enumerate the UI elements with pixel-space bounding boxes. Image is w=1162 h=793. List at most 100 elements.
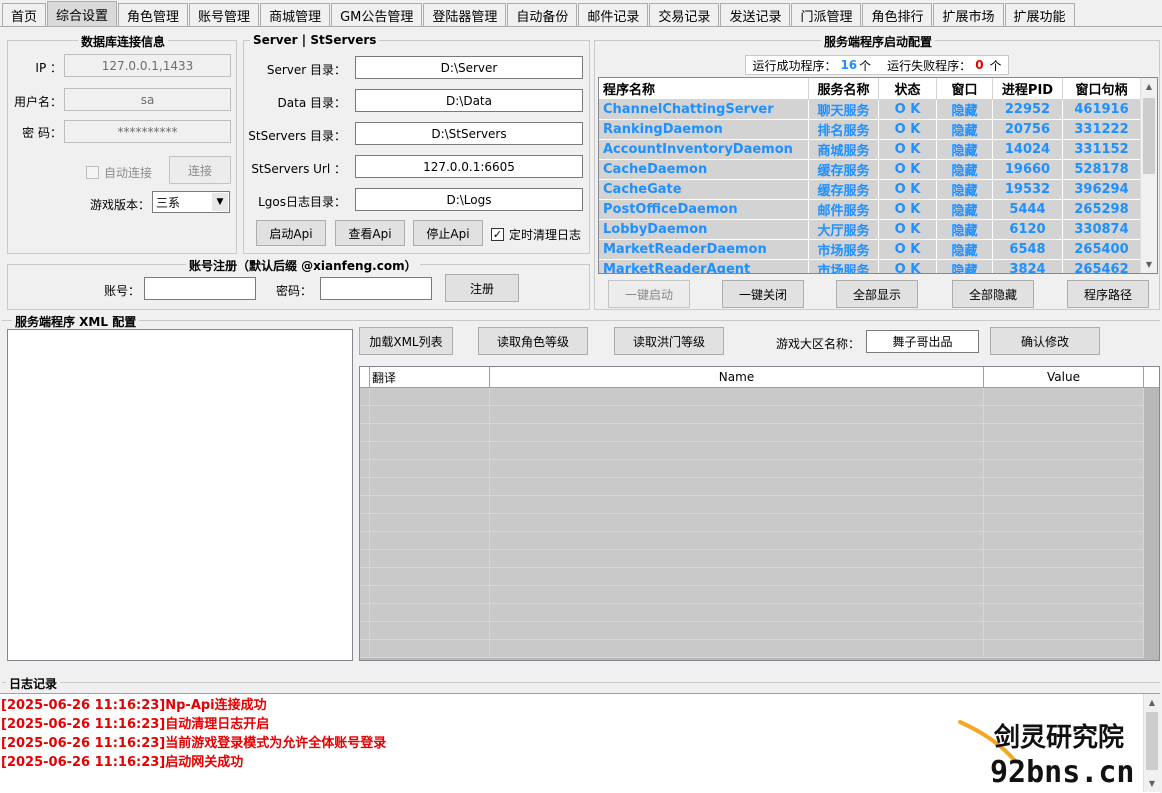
start-all-button[interactable]: 一键启动: [608, 280, 690, 308]
tab-item[interactable]: 角色管理: [118, 3, 189, 26]
tab-item[interactable]: GM公告管理: [331, 3, 423, 26]
data-dir-input[interactable]: D:\Data: [355, 89, 583, 112]
grid-row[interactable]: [360, 460, 1159, 478]
auto-connect-checkbox[interactable]: 自动连接: [86, 164, 152, 181]
table-cell: 隐藏: [937, 140, 993, 160]
load-xml-button[interactable]: 加载XML列表: [359, 327, 453, 355]
tab-item[interactable]: 角色排行: [862, 3, 933, 26]
table-cell: 19532: [993, 180, 1063, 200]
tab-item[interactable]: 门派管理: [791, 3, 862, 26]
tab-item[interactable]: 商城管理: [260, 3, 331, 26]
close-all-button[interactable]: 一键关闭: [722, 280, 804, 308]
tab-item[interactable]: 交易记录: [649, 3, 720, 26]
grid-cell: [984, 604, 1144, 622]
table-row[interactable]: CacheDaemon 缓存服务 O K 隐藏 19660 528178: [599, 160, 1157, 180]
process-header-cell[interactable]: 程序名称: [599, 78, 809, 99]
grid-row[interactable]: [360, 388, 1159, 406]
process-header-cell[interactable]: 服务名称: [809, 78, 879, 99]
table-row[interactable]: ChannelChattingServer 聊天服务 O K 隐藏 22952 46191…: [599, 100, 1157, 120]
process-table-scrollbar[interactable]: ▲ ▼: [1140, 78, 1157, 273]
version-select[interactable]: 三系 ▼: [152, 191, 230, 213]
process-header-cell[interactable]: 窗口句柄: [1063, 78, 1141, 99]
grid-row[interactable]: [360, 424, 1159, 442]
tab-item[interactable]: 扩展功能: [1004, 3, 1075, 26]
table-cell: O K: [879, 160, 937, 180]
table-row[interactable]: MarketReaderDaemon 市场服务 O K 隐藏 6548 265400: [599, 240, 1157, 260]
clear-log-checkbox[interactable]: ✓ 定时清理日志: [491, 226, 581, 243]
read-hongmen-level-button[interactable]: 读取洪门等级: [614, 327, 724, 355]
table-cell: O K: [879, 120, 937, 140]
read-role-level-button[interactable]: 读取角色等级: [478, 327, 588, 355]
grid-cell: [360, 496, 370, 514]
table-row[interactable]: MarketReaderAgent 市场服务 O K 隐藏 3824 265462: [599, 260, 1157, 273]
account-input[interactable]: [144, 277, 256, 300]
db-group-title: 数据库连接信息: [78, 33, 169, 50]
table-row[interactable]: AccountInventoryDaemon 商城服务 O K 隐藏 14024 3311…: [599, 140, 1157, 160]
table-cell: 528178: [1063, 160, 1141, 180]
log-dir-input[interactable]: D:\Logs: [355, 188, 583, 211]
process-stats: 运行成功程序： 16 个 运行失败程序： 0 个: [745, 55, 1009, 75]
scroll-up-icon[interactable]: ▲: [1141, 78, 1157, 95]
xml-text-area[interactable]: [7, 329, 353, 661]
grid-cell: [360, 622, 370, 640]
grid-header-value[interactable]: Value: [984, 367, 1144, 387]
tab-item[interactable]: 登陆器管理: [423, 3, 507, 26]
grid-header-name[interactable]: Name: [490, 367, 984, 387]
pwd-input[interactable]: **********: [64, 120, 231, 143]
view-api-button[interactable]: 查看Api: [335, 220, 405, 246]
stservers-url-input[interactable]: 127.0.0.1:6605: [355, 155, 583, 178]
stservers-url-label: StServers Url ：: [251, 162, 346, 176]
grid-row[interactable]: [360, 604, 1159, 622]
table-row[interactable]: CacheGate 缓存服务 O K 隐藏 19532 396294: [599, 180, 1157, 200]
grid-row[interactable]: [360, 568, 1159, 586]
grid-row[interactable]: [360, 514, 1159, 532]
process-header-cell[interactable]: 状态: [879, 78, 937, 99]
connect-button[interactable]: 连接: [169, 156, 231, 184]
process-header-cell[interactable]: 进程PID: [993, 78, 1063, 99]
ip-input[interactable]: 127.0.0.1,1433: [64, 54, 231, 77]
user-input[interactable]: sa: [64, 88, 231, 111]
process-table[interactable]: 程序名称 服务名称 状态 窗口 进程PID 窗口句柄 ChannelChattingSer…: [598, 77, 1158, 274]
grid-row[interactable]: [360, 496, 1159, 514]
stservers-dir-input[interactable]: D:\StServers: [355, 122, 583, 145]
show-all-button[interactable]: 全部显示: [836, 280, 918, 308]
table-row[interactable]: RankingDaemon 排名服务 O K 隐藏 20756 331222: [599, 120, 1157, 140]
hide-all-button[interactable]: 全部隐藏: [952, 280, 1034, 308]
process-header-cell[interactable]: 窗口: [937, 78, 993, 99]
grid-row[interactable]: [360, 442, 1159, 460]
table-cell: 396294: [1063, 180, 1141, 200]
tab-item[interactable]: 首页: [2, 3, 47, 26]
grid-row[interactable]: [360, 478, 1159, 496]
grid-row[interactable]: [360, 406, 1159, 424]
program-path-button[interactable]: 程序路径: [1067, 280, 1149, 308]
server-dir-input[interactable]: D:\Server: [355, 56, 583, 79]
grid-corner: [360, 367, 370, 387]
table-row[interactable]: PostOfficeDaemon 邮件服务 O K 隐藏 5444 265298: [599, 200, 1157, 220]
tab-item[interactable]: 发送记录: [720, 3, 791, 26]
grid-row[interactable]: [360, 586, 1159, 604]
grid-cell: [490, 406, 984, 424]
grid-row[interactable]: [360, 532, 1159, 550]
register-button[interactable]: 注册: [445, 274, 519, 302]
start-api-button[interactable]: 启动Api: [256, 220, 326, 246]
grid-header-translate[interactable]: 翻译: [370, 367, 490, 387]
table-cell: 大厅服务: [809, 220, 879, 240]
table-row[interactable]: LobbyDaemon 大厅服务 O K 隐藏 6120 330874: [599, 220, 1157, 240]
tab-item[interactable]: 邮件记录: [578, 3, 649, 26]
tab-item[interactable]: 账号管理: [189, 3, 260, 26]
grid-cell: [360, 568, 370, 586]
confirm-button[interactable]: 确认修改: [990, 327, 1100, 355]
scroll-down-icon[interactable]: ▼: [1141, 256, 1157, 273]
grid-row[interactable]: [360, 640, 1159, 658]
xml-grid[interactable]: 翻译 Name Value: [359, 366, 1160, 661]
password-input[interactable]: [320, 277, 432, 300]
zone-input[interactable]: 舞子哥出品: [866, 330, 979, 353]
tab-item[interactable]: 综合设置: [47, 1, 118, 26]
stop-api-button[interactable]: 停止Api: [413, 220, 483, 246]
grid-row[interactable]: [360, 550, 1159, 568]
scroll-up-icon[interactable]: ▲: [1144, 694, 1160, 711]
tab-item[interactable]: 扩展市场: [933, 3, 1004, 26]
scroll-thumb[interactable]: [1143, 98, 1155, 174]
tab-item[interactable]: 自动备份: [507, 3, 578, 26]
grid-row[interactable]: [360, 622, 1159, 640]
